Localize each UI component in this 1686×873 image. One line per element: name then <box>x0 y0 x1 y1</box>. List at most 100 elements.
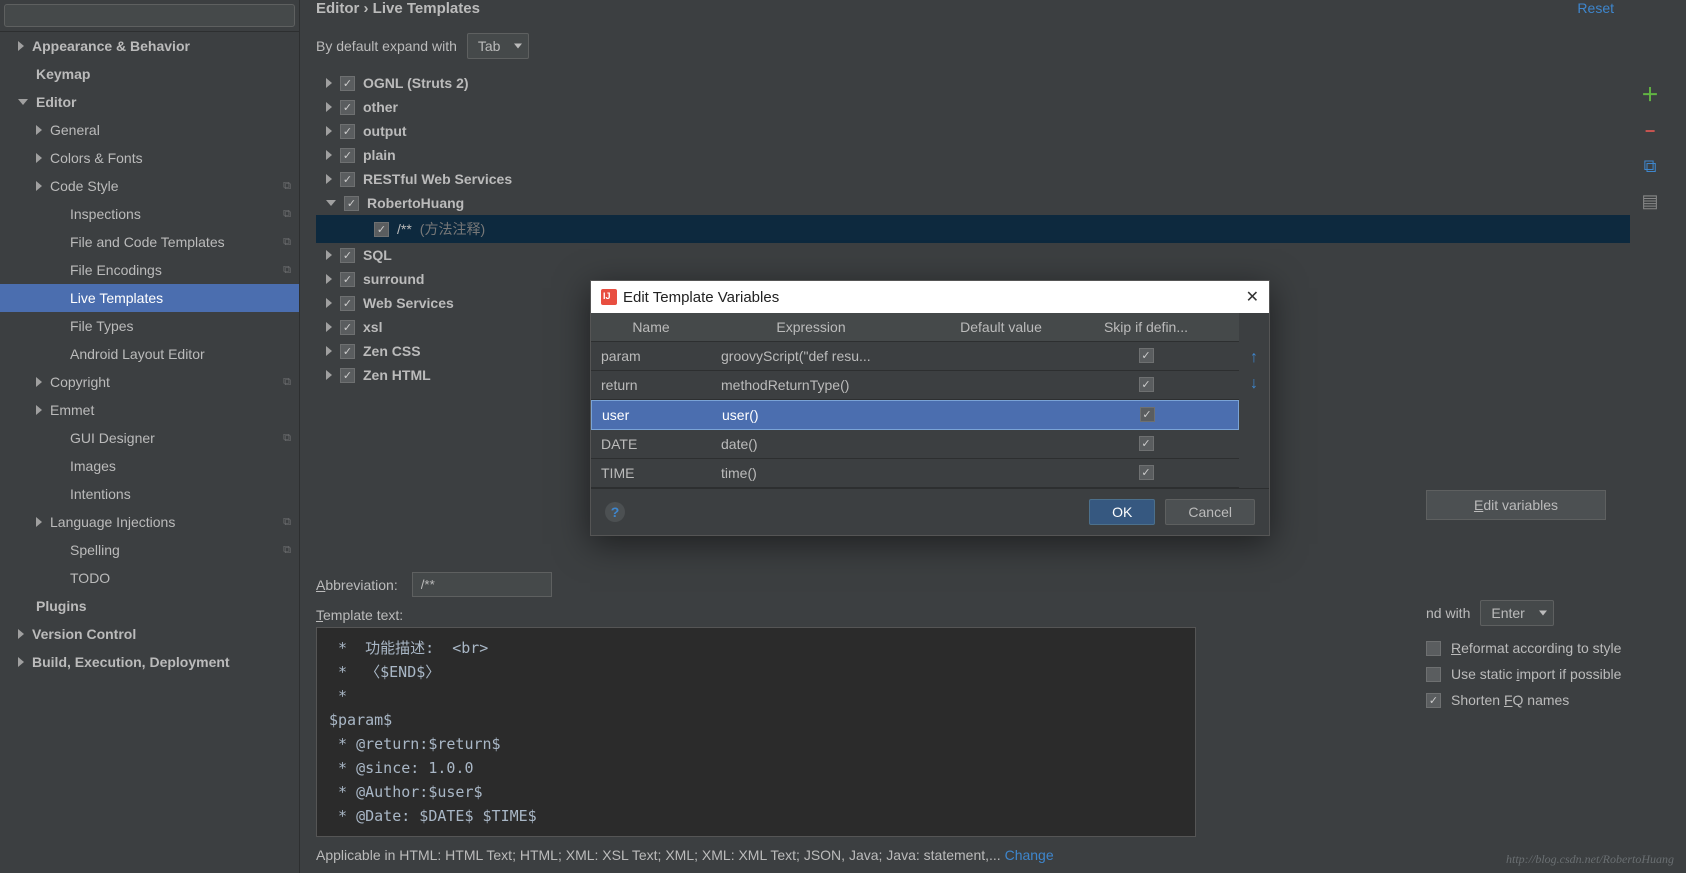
move-down-icon[interactable]: ↓ <box>1250 375 1258 393</box>
sidebar-item-android-layout-editor[interactable]: Android Layout Editor <box>0 340 299 368</box>
template-group-plain[interactable]: plain <box>316 143 1630 167</box>
group-checkbox[interactable] <box>340 320 355 335</box>
edit-icon[interactable]: ▤ <box>1641 191 1658 212</box>
edit-variables-button[interactable]: Edit variables <box>1426 490 1606 520</box>
group-checkbox[interactable] <box>344 196 359 211</box>
move-up-icon[interactable]: ↑ <box>1250 349 1258 367</box>
group-checkbox[interactable] <box>340 172 355 187</box>
copy-profile-icon[interactable]: ⧉ <box>283 544 291 557</box>
add-icon[interactable]: ＋ <box>1641 81 1659 107</box>
sidebar-item-editor[interactable]: Editor <box>0 88 299 116</box>
abbreviation-input[interactable] <box>412 572 552 597</box>
sidebar-item-code-style[interactable]: Code Style⧉ <box>0 172 299 200</box>
sidebar-item-copyright[interactable]: Copyright⧉ <box>0 368 299 396</box>
sidebar-item-general[interactable]: General <box>0 116 299 144</box>
cancel-button[interactable]: Cancel <box>1165 499 1255 525</box>
template-group-ognl-struts-2-[interactable]: OGNL (Struts 2) <box>316 71 1630 95</box>
copy-profile-icon[interactable]: ⧉ <box>283 516 291 529</box>
table-row[interactable]: DATEdate() <box>591 430 1239 459</box>
sidebar-item-appearance-behavior[interactable]: Appearance & Behavior <box>0 32 299 60</box>
cell-name[interactable]: TIME <box>591 459 711 487</box>
skip-checkbox[interactable] <box>1139 465 1154 480</box>
group-checkbox[interactable] <box>340 296 355 311</box>
cell-expr[interactable]: date() <box>711 430 911 458</box>
template-item[interactable]: /**(方法注释) <box>316 215 1630 243</box>
sidebar-item-file-encodings[interactable]: File Encodings⧉ <box>0 256 299 284</box>
cell-expr[interactable]: methodReturnType() <box>711 371 911 399</box>
copy-profile-icon[interactable]: ⧉ <box>283 376 291 389</box>
sidebar-item-colors-fonts[interactable]: Colors & Fonts <box>0 144 299 172</box>
skip-checkbox[interactable] <box>1139 436 1154 451</box>
change-context-link[interactable]: Change <box>1005 847 1054 863</box>
table-row[interactable]: returnmethodReturnType() <box>591 371 1239 400</box>
group-checkbox[interactable] <box>340 100 355 115</box>
static-import-checkbox[interactable] <box>1426 667 1441 682</box>
copy-profile-icon[interactable]: ⧉ <box>283 236 291 249</box>
remove-icon[interactable]: − <box>1645 121 1656 142</box>
group-checkbox[interactable] <box>340 148 355 163</box>
expand-with-select[interactable]: Enter <box>1480 600 1553 626</box>
cell-expr[interactable]: user() <box>712 401 912 429</box>
cell-def[interactable] <box>911 371 1091 399</box>
sidebar-item-intentions[interactable]: Intentions <box>0 480 299 508</box>
cell-name[interactable]: user <box>592 401 712 429</box>
copy-profile-icon[interactable]: ⧉ <box>283 208 291 221</box>
group-checkbox[interactable] <box>340 368 355 383</box>
group-checkbox[interactable] <box>340 76 355 91</box>
sidebar-item-live-templates[interactable]: Live Templates <box>0 284 299 312</box>
copy-profile-icon[interactable]: ⧉ <box>283 180 291 193</box>
template-group-output[interactable]: output <box>316 119 1630 143</box>
sidebar-item-file-types[interactable]: File Types <box>0 312 299 340</box>
copy-profile-icon[interactable]: ⧉ <box>283 264 291 277</box>
close-icon[interactable]: ✕ <box>1246 287 1259 307</box>
cell-name[interactable]: return <box>591 371 711 399</box>
skip-checkbox[interactable] <box>1140 407 1155 422</box>
group-checkbox[interactable] <box>340 272 355 287</box>
skip-checkbox[interactable] <box>1139 377 1154 392</box>
sidebar-item-todo[interactable]: TODO <box>0 564 299 592</box>
copy-profile-icon[interactable]: ⧉ <box>283 432 291 445</box>
cell-def[interactable] <box>911 459 1091 487</box>
cell-expr[interactable]: groovyScript("def resu... <box>711 342 911 370</box>
cell-expr[interactable]: time() <box>711 459 911 487</box>
shorten-fq-checkbox[interactable] <box>1426 693 1441 708</box>
sidebar-item-version-control[interactable]: Version Control <box>0 620 299 648</box>
sidebar-item-build-execution-deployment[interactable]: Build, Execution, Deployment <box>0 648 299 676</box>
sidebar-item-emmet[interactable]: Emmet <box>0 396 299 424</box>
cell-name[interactable]: DATE <box>591 430 711 458</box>
sidebar-item-keymap[interactable]: Keymap <box>0 60 299 88</box>
sidebar-item-gui-designer[interactable]: GUI Designer⧉ <box>0 424 299 452</box>
template-group-other[interactable]: other <box>316 95 1630 119</box>
template-text-area[interactable]: * 功能描述: <br> * 〈$END$〉 * $param$ * @retu… <box>316 627 1196 837</box>
sidebar-item-images[interactable]: Images <box>0 452 299 480</box>
template-group-sql[interactable]: SQL <box>316 243 1630 267</box>
cell-def[interactable] <box>912 401 1092 429</box>
reset-link[interactable]: Reset <box>1577 0 1614 16</box>
group-checkbox[interactable] <box>340 248 355 263</box>
skip-checkbox[interactable] <box>1139 348 1154 363</box>
group-checkbox[interactable] <box>340 124 355 139</box>
template-group-robertohuang[interactable]: RobertoHuang <box>316 191 1630 215</box>
help-icon[interactable]: ? <box>605 502 625 522</box>
sidebar-item-language-injections[interactable]: Language Injections⧉ <box>0 508 299 536</box>
sidebar-item-file-and-code-templates[interactable]: File and Code Templates⧉ <box>0 228 299 256</box>
search-input[interactable] <box>4 4 295 27</box>
cell-def[interactable] <box>911 430 1091 458</box>
table-header: Name Expression Default value Skip if de… <box>591 313 1239 342</box>
expand-select[interactable]: Tab <box>467 33 530 59</box>
sidebar-item-spelling[interactable]: Spelling⧉ <box>0 536 299 564</box>
cell-name[interactable]: param <box>591 342 711 370</box>
group-checkbox[interactable] <box>340 344 355 359</box>
template-group-restful-web-services[interactable]: RESTful Web Services <box>316 167 1630 191</box>
cell-def[interactable] <box>911 342 1091 370</box>
item-checkbox[interactable] <box>374 222 389 237</box>
ok-button[interactable]: OK <box>1089 499 1155 525</box>
sidebar-item-plugins[interactable]: Plugins <box>0 592 299 620</box>
table-row[interactable]: useruser() <box>591 400 1239 430</box>
settings-sidebar: Appearance & BehaviorKeymapEditorGeneral… <box>0 0 300 873</box>
copy-icon[interactable]: ⧉ <box>1644 156 1657 177</box>
sidebar-item-inspections[interactable]: Inspections⧉ <box>0 200 299 228</box>
table-row[interactable]: TIMEtime() <box>591 459 1239 488</box>
table-row[interactable]: paramgroovyScript("def resu... <box>591 342 1239 371</box>
reformat-checkbox[interactable] <box>1426 641 1441 656</box>
